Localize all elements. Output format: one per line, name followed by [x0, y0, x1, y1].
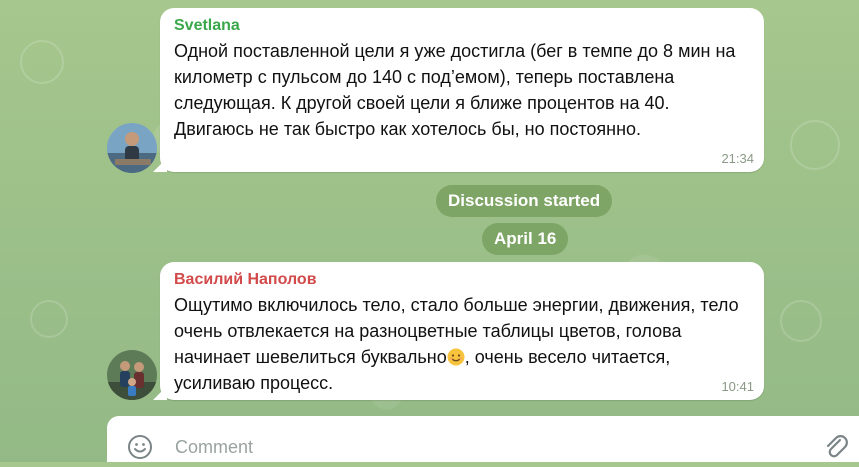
comment-input[interactable] [175, 436, 775, 458]
wallpaper-doodle [790, 120, 840, 170]
wallpaper-doodle [20, 40, 64, 84]
message-bubble[interactable]: Svetlana Одной поставленной цели я уже д… [160, 8, 764, 172]
avatar[interactable] [107, 123, 157, 173]
message-time: 10:41 [721, 379, 754, 394]
message-time: 21:34 [721, 151, 754, 166]
message-text: Ощутимо включилось тело, стало больше эн… [174, 292, 752, 396]
message-bubble[interactable]: Василий Наполов Ощутимо включилось тело,… [160, 262, 764, 400]
discussion-started-badge: Discussion started [436, 185, 613, 217]
wallpaper-doodle [780, 300, 822, 342]
date-separator[interactable]: April 16 [482, 223, 569, 255]
smile-icon[interactable] [127, 434, 153, 460]
message-text: Одной поставленной цели я уже достигла (… [174, 41, 736, 139]
avatar[interactable] [107, 350, 157, 400]
sender-name[interactable]: Василий Наполов [174, 270, 752, 290]
smiling-face-emoji-icon [447, 347, 465, 366]
sender-name[interactable]: Svetlana [174, 16, 752, 36]
comment-composer [107, 416, 859, 462]
paperclip-icon[interactable] [823, 432, 849, 462]
wallpaper-doodle [30, 300, 68, 338]
